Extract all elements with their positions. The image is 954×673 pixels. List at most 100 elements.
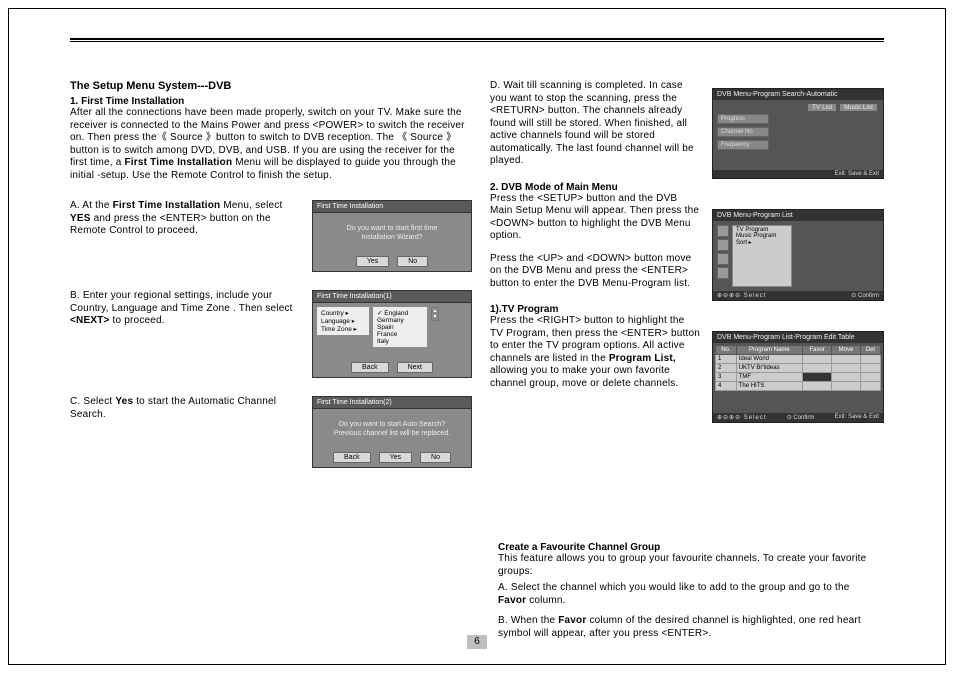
cell: [802, 355, 831, 364]
scrollbar[interactable]: ▲ ▼: [431, 307, 439, 321]
sidebar-icons: [717, 225, 729, 287]
dialog-first-install: First Time Installation Do you want to s…: [312, 200, 472, 272]
t: column.: [529, 595, 565, 606]
t: to proceed.: [113, 315, 165, 326]
cell: [802, 382, 831, 391]
cell: [832, 373, 860, 382]
menu-icon[interactable]: [717, 267, 729, 279]
cell: [832, 382, 860, 391]
page-number: 6: [467, 635, 487, 649]
fav-heading: Create a Favourite Channel Group: [498, 542, 874, 553]
settings-values: England Germany Spain France Italy: [373, 307, 427, 347]
osd-title: DVB Menu-Program List-Program Edit Table: [713, 332, 883, 343]
option-spain[interactable]: Spain: [377, 324, 423, 331]
cell-no: 2: [716, 364, 737, 373]
cell-no: 3: [716, 373, 737, 382]
table-row[interactable]: 3TMF: [716, 373, 881, 382]
cell-highlight: [802, 373, 831, 382]
cell: [860, 382, 880, 391]
dialog-line: Previous channel list will be replaced.: [319, 430, 465, 437]
music-icon[interactable]: [717, 239, 729, 251]
section2-heading: 2. DVB Mode of Main Menu: [490, 182, 700, 193]
t: Yes: [115, 396, 133, 407]
tab-tvlist[interactable]: TV List: [808, 104, 836, 111]
t: allowing you to make your own favorite c…: [490, 365, 678, 389]
osd-foot-select: ⊕⊖⊕⊖ Select: [717, 292, 766, 299]
dialog-line: Do you want to start Auto Search?: [319, 421, 465, 428]
col-favor: Favor: [802, 346, 831, 355]
t: Menu, select: [223, 200, 282, 211]
scroll-down-icon[interactable]: ▼: [432, 314, 438, 320]
osd-program-list: DVB Menu-Program List TV Program Music P…: [712, 209, 884, 301]
t: and press the <ENTER> button on the Remo…: [70, 213, 271, 237]
yes-button[interactable]: Yes: [379, 452, 412, 463]
fav-step-b: B. When the Favor column of the desired …: [498, 615, 874, 640]
cell-name: TMF: [736, 373, 802, 382]
option-england[interactable]: England: [377, 309, 423, 317]
row-step-a: A. At the First Time Installation Menu, …: [70, 200, 472, 272]
table-row[interactable]: 1Ideal World: [716, 355, 881, 364]
t: <NEXT>: [70, 315, 110, 326]
osd-title: DVB Menu-Program List: [713, 210, 883, 221]
osd-foot-exit: Exit: Save & Exit: [835, 414, 879, 421]
cell: [832, 364, 860, 373]
next-button[interactable]: Next: [397, 362, 433, 373]
option-italy[interactable]: Italy: [377, 338, 423, 345]
option-germany[interactable]: Germany: [377, 317, 423, 324]
submenu-sort[interactable]: Sort ▸: [736, 239, 788, 246]
cell-name: UKTV Br'tideas: [736, 364, 802, 373]
back-button[interactable]: Back: [333, 452, 371, 463]
country-row[interactable]: Country ▸: [321, 309, 365, 317]
cell: [832, 355, 860, 364]
osd-edit-table: DVB Menu-Program List-Program Edit Table…: [712, 331, 884, 423]
osd-foot-confirm: ⊙ Confirm: [851, 292, 879, 299]
t: C. Select: [70, 396, 115, 407]
t: B. Enter your regional settings, include…: [70, 290, 293, 314]
option-france[interactable]: France: [377, 331, 423, 338]
sort-icon[interactable]: [717, 253, 729, 265]
row-step-c: C. Select Yes to start the Automatic Cha…: [70, 396, 472, 468]
language-row[interactable]: Language ▸: [321, 317, 365, 325]
tab-musiclist[interactable]: Music List: [840, 104, 877, 111]
no-button[interactable]: No: [420, 452, 451, 463]
tvprog-text: Press the <RIGHT> button to highlight th…: [490, 315, 700, 390]
row-step-b: B. Enter your regional settings, include…: [70, 290, 472, 378]
col-del: Del: [860, 346, 880, 355]
osd-foot-exit: Exit: Save & Exit: [835, 171, 879, 177]
program-table: No. Program Name Favor Move Del 1Ideal W…: [715, 345, 881, 391]
tvprog-heading: 1).TV Program: [490, 304, 700, 315]
col-name: Program Name: [736, 346, 802, 355]
yes-button[interactable]: Yes: [356, 256, 389, 267]
cell-name: Ideal World: [736, 355, 802, 364]
t: Favor: [498, 595, 526, 606]
dialog-title: First Time Installation(1): [313, 291, 471, 303]
no-button[interactable]: No: [397, 256, 428, 267]
dialog-title: First Time Installation: [313, 201, 471, 213]
dialog-region: First Time Installation(1) Country ▸ Lan…: [312, 290, 472, 378]
t: YES: [70, 213, 91, 224]
t: B. When the: [498, 615, 558, 626]
progress-field: Progress: [717, 114, 769, 124]
intro-bold: First Time Installation: [124, 157, 232, 168]
t: Favor: [558, 615, 586, 626]
back-button[interactable]: Back: [351, 362, 389, 373]
dialog-title: First Time Installation(2): [313, 397, 471, 409]
dialog-line: Installation Wizard?: [319, 234, 465, 241]
page-heading: The Setup Menu System---DVB: [70, 80, 472, 92]
timezone-row[interactable]: Time Zone ▸: [321, 325, 365, 333]
tv-icon[interactable]: [717, 225, 729, 237]
left-column: The Setup Menu System---DVB 1. First Tim…: [70, 80, 472, 633]
settings-keys: Country ▸ Language ▸ Time Zone ▸: [317, 307, 369, 335]
dialog-line: Do you want to start first time: [319, 225, 465, 232]
osd-title: DVB Menu-Program Search-Automatic: [713, 89, 883, 100]
t: A. Select the channel which you would li…: [498, 582, 850, 593]
t: A. At the: [70, 200, 113, 211]
t: First Time Installation: [113, 200, 221, 211]
osd-search-auto: DVB Menu-Program Search-Automatic TV Lis…: [712, 88, 884, 179]
table-row[interactable]: 2UKTV Br'tideas: [716, 364, 881, 373]
section1-intro: After all the connections have been made…: [70, 107, 472, 182]
fav-intro: This feature allows you to group your fa…: [498, 553, 874, 578]
table-row[interactable]: 4The HITS: [716, 382, 881, 391]
cell: [860, 373, 880, 382]
channelno-field: Channel No: [717, 127, 769, 137]
